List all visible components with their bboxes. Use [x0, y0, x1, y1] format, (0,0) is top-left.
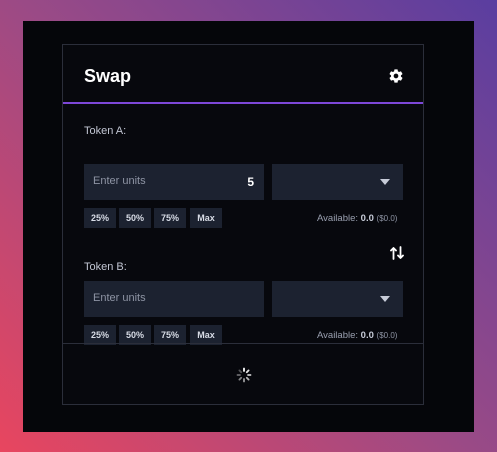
token-a-input-wrap: Enter units [84, 164, 264, 200]
token-a-50-button[interactable]: 50% [119, 208, 151, 228]
token-a-available-label: Available: [317, 213, 359, 224]
token-b-available: Available: 0.0 ($0.0) [317, 330, 397, 341]
token-a-available: Available: 0.0 ($0.0) [317, 213, 397, 224]
token-b-available-usd: ($0.0) [376, 331, 398, 340]
swap-header: Swap [63, 45, 423, 104]
token-b-max-button[interactable]: Max [190, 325, 222, 345]
token-a-25-button[interactable]: 25% [84, 208, 116, 228]
token-a-max-button[interactable]: Max [190, 208, 222, 228]
token-b-available-label: Available: [317, 330, 359, 341]
spinner-icon [236, 367, 252, 383]
token-b-input-wrap: Enter units [84, 281, 264, 317]
token-b-select[interactable] [272, 281, 403, 317]
token-b-label: Token B: [84, 261, 127, 273]
gear-icon[interactable] [388, 68, 404, 84]
token-b-amount-input[interactable] [84, 281, 264, 317]
token-b-75-button[interactable]: 75% [154, 325, 186, 345]
token-a-amount-input[interactable] [84, 164, 264, 200]
token-a-select[interactable] [272, 164, 403, 200]
token-b-available-amount: 0.0 [360, 330, 374, 341]
token-a-available-amount: 0.0 [360, 213, 374, 224]
page-title: Swap [84, 66, 132, 86]
token-b-50-button[interactable]: 50% [119, 325, 151, 345]
swap-direction-icon[interactable] [390, 245, 404, 261]
chevron-down-icon [380, 179, 390, 185]
token-a-label: Token A: [84, 125, 127, 137]
swap-card: Swap Token A: Enter units 25% 50% 75% Ma… [62, 44, 424, 405]
chevron-down-icon [380, 296, 390, 302]
token-b-25-button[interactable]: 25% [84, 325, 116, 345]
footer-divider [63, 343, 423, 344]
token-a-available-usd: ($0.0) [376, 214, 398, 223]
token-a-75-button[interactable]: 75% [154, 208, 186, 228]
app-frame: Swap Token A: Enter units 25% 50% 75% Ma… [23, 21, 474, 432]
